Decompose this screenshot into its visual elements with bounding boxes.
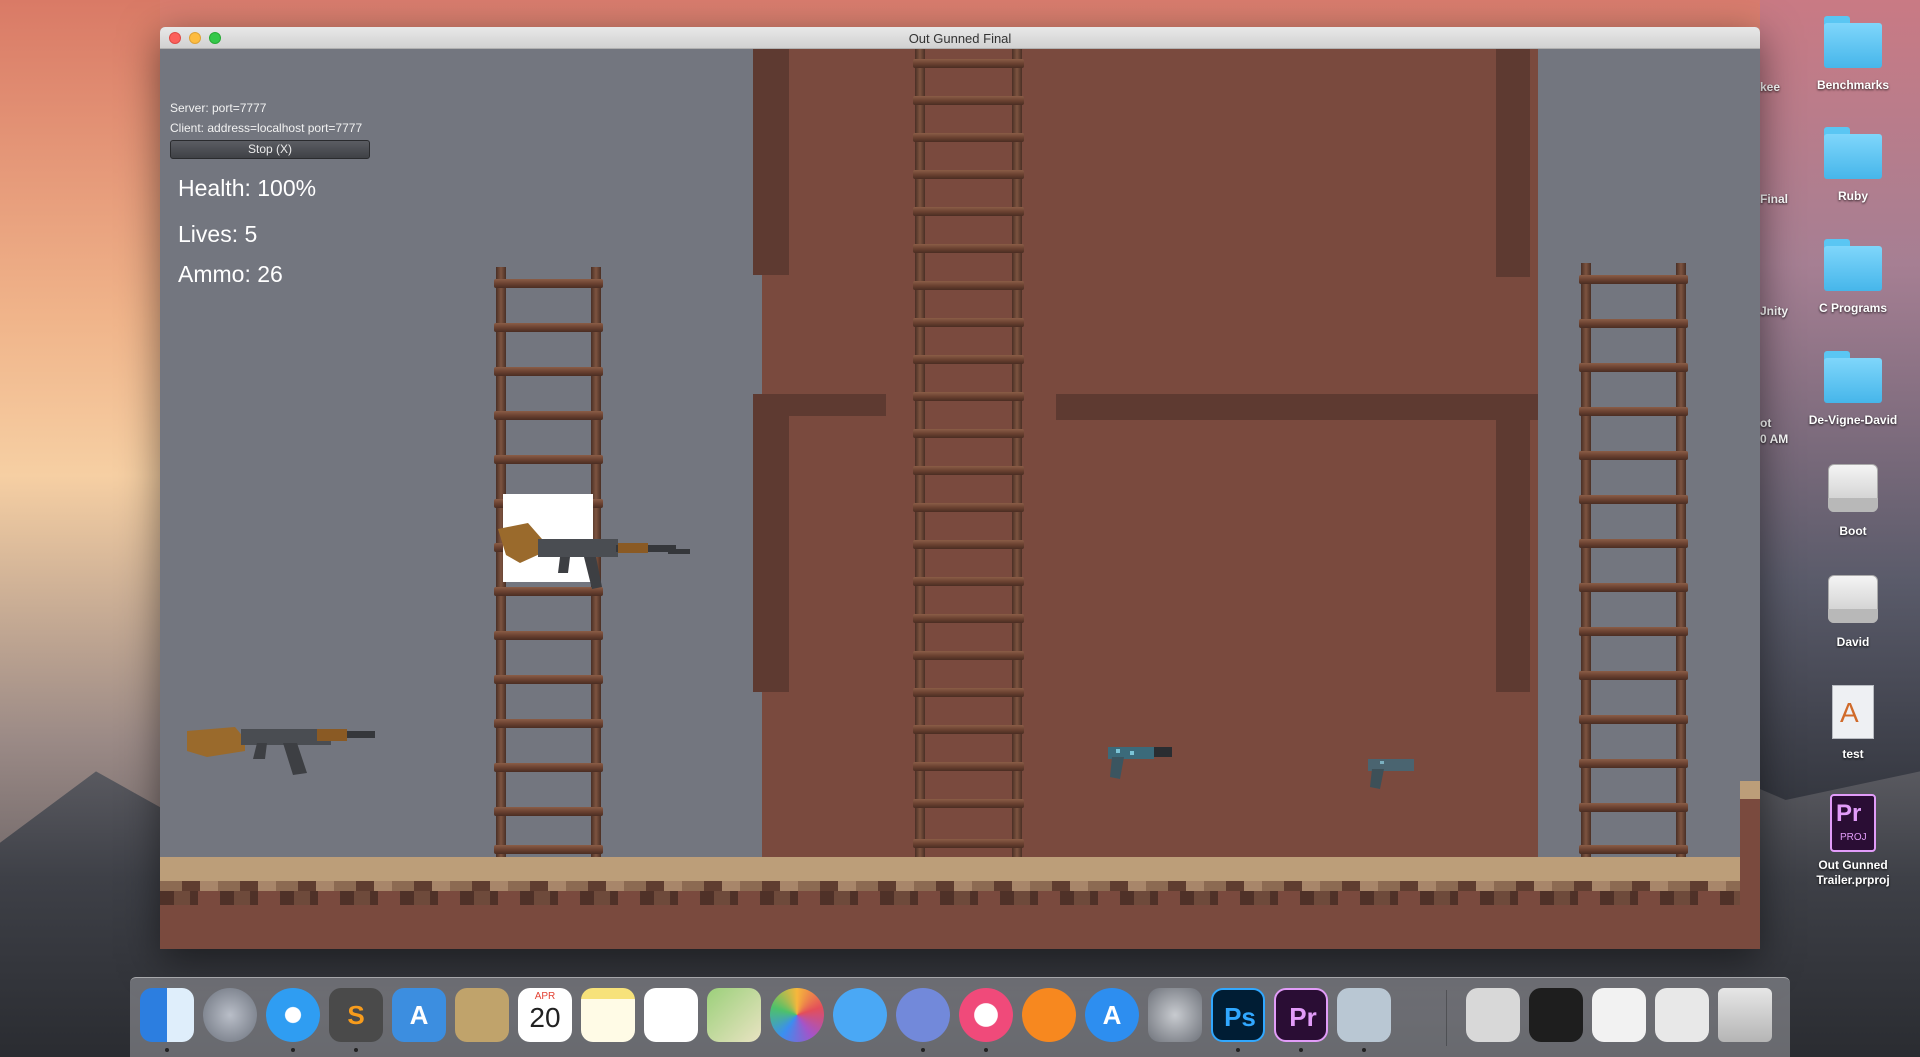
desktop-item-label: De-Vigne-David bbox=[1808, 413, 1898, 427]
window-titlebar[interactable]: Out Gunned Final bbox=[160, 27, 1760, 49]
maps-icon[interactable] bbox=[707, 988, 761, 1042]
desktop-partial-label: ot bbox=[1760, 416, 1772, 430]
discord-icon[interactable] bbox=[896, 988, 950, 1042]
dock-separator bbox=[1446, 990, 1447, 1046]
drive-icon bbox=[1822, 460, 1884, 518]
lives-text: Lives: 5 bbox=[178, 221, 258, 247]
photoshop-icon[interactable]: Ps bbox=[1211, 988, 1265, 1042]
dock: S A APR 20 A Ps Pr bbox=[130, 977, 1790, 1057]
desktop-drive-david[interactable]: David bbox=[1798, 571, 1908, 650]
desktop-folder-ruby[interactable]: Ruby bbox=[1798, 125, 1908, 204]
ground-ledge-top bbox=[1740, 781, 1760, 799]
pistol-pickup-2 bbox=[1368, 759, 1414, 789]
ladder-center bbox=[913, 49, 1024, 857]
window-title: Out Gunned Final bbox=[908, 31, 1012, 46]
xcode-icon[interactable]: A bbox=[392, 988, 446, 1042]
folder-icon bbox=[1822, 125, 1884, 183]
desktop-partial-label: kee bbox=[1760, 80, 1781, 94]
ground-surface bbox=[160, 857, 1740, 881]
system-preferences-icon[interactable] bbox=[1148, 988, 1202, 1042]
preview-icon[interactable] bbox=[1337, 988, 1391, 1042]
premiere-icon[interactable]: Pr bbox=[1274, 988, 1328, 1042]
building-background bbox=[762, 49, 1538, 857]
desktop-item-label: test bbox=[1842, 747, 1864, 761]
calendar-icon[interactable]: APR 20 bbox=[518, 988, 572, 1042]
document-icon: A bbox=[1822, 683, 1884, 741]
minimized-window-thumbnail-1[interactable] bbox=[1529, 988, 1583, 1042]
desktop-file-out-gunned-trailer[interactable]: Pr PROJ Out Gunned Trailer.prproj bbox=[1798, 794, 1908, 888]
desktop-partial-label: Final bbox=[1760, 192, 1789, 206]
desktop-folder-benchmarks[interactable]: Benchmarks bbox=[1798, 14, 1908, 93]
premiere-project-icon: Pr PROJ bbox=[1822, 794, 1884, 852]
desktop-item-label: Ruby bbox=[1838, 189, 1868, 203]
ibooks-icon[interactable] bbox=[1022, 988, 1076, 1042]
app-store-icon[interactable]: A bbox=[1085, 988, 1139, 1042]
desktop-item-label: Boot bbox=[1839, 524, 1867, 538]
building-wall-left-upper bbox=[753, 49, 789, 275]
downloads-stack-icon[interactable] bbox=[1466, 988, 1520, 1042]
building-wall-right-upper bbox=[1496, 49, 1530, 277]
folder-icon bbox=[1822, 14, 1884, 72]
mail-stamp-icon[interactable] bbox=[455, 988, 509, 1042]
building-ledge-left bbox=[753, 394, 886, 416]
server-status-text: Server: port=7777 bbox=[170, 101, 267, 115]
launchpad-icon[interactable] bbox=[203, 988, 257, 1042]
ladder-right bbox=[1579, 263, 1688, 857]
finder-icon[interactable] bbox=[140, 988, 194, 1042]
desktop-file-test[interactable]: A test bbox=[1798, 683, 1908, 762]
ground-ledge-right bbox=[1740, 781, 1760, 949]
trash-icon[interactable] bbox=[1718, 988, 1772, 1042]
ak47-held-weapon bbox=[498, 523, 690, 589]
reminders-icon[interactable] bbox=[644, 988, 698, 1042]
drive-icon bbox=[1822, 571, 1884, 629]
safari-icon[interactable] bbox=[266, 988, 320, 1042]
ammo-text: Ammo: 26 bbox=[178, 261, 283, 287]
notes-icon[interactable] bbox=[581, 988, 635, 1042]
desktop-folder-c-programs[interactable]: C Programs bbox=[1798, 237, 1908, 316]
desktop-item-label: Benchmarks bbox=[1816, 78, 1890, 92]
minimized-window-thumbnail-3[interactable] bbox=[1655, 988, 1709, 1042]
minimized-window-thumbnail-2[interactable] bbox=[1592, 988, 1646, 1042]
desktop-item-label: C Programs bbox=[1818, 301, 1888, 315]
ground-band bbox=[160, 891, 1740, 905]
health-text: Health: 100% bbox=[178, 175, 317, 201]
pistol-pickup-1 bbox=[1108, 747, 1172, 779]
folder-icon bbox=[1822, 237, 1884, 295]
ak47-pickup bbox=[187, 727, 375, 775]
messages-icon[interactable] bbox=[833, 988, 887, 1042]
itunes-icon[interactable] bbox=[959, 988, 1013, 1042]
client-status-text: Client: address=localhost port=7777 bbox=[170, 121, 363, 135]
game-canvas[interactable]: Server: port=7777 Client: address=localh… bbox=[160, 49, 1760, 949]
folder-icon bbox=[1822, 349, 1884, 407]
building-wall-right-lower bbox=[1496, 394, 1530, 692]
building-wall-left-lower bbox=[753, 394, 789, 692]
desktop-item-label: David bbox=[1836, 635, 1870, 649]
stop-button[interactable]: Stop (X) bbox=[170, 140, 370, 159]
sublime-text-icon[interactable]: S bbox=[329, 988, 383, 1042]
ground-dirt bbox=[160, 903, 1760, 949]
desktop-folder-de-vigne-david[interactable]: De-Vigne-David bbox=[1798, 349, 1908, 428]
desktop-partial-label: 0 AM bbox=[1760, 432, 1789, 446]
building-ledge-right bbox=[1056, 394, 1538, 420]
desktop-item-label: Out Gunned Trailer.prproj bbox=[1816, 858, 1890, 887]
photos-icon[interactable] bbox=[770, 988, 824, 1042]
game-window[interactable]: Out Gunned Final Server: port=7777 Clien… bbox=[160, 27, 1760, 949]
desktop-partial-label: Jnity bbox=[1760, 304, 1789, 318]
desktop-drive-boot[interactable]: Boot bbox=[1798, 460, 1908, 539]
